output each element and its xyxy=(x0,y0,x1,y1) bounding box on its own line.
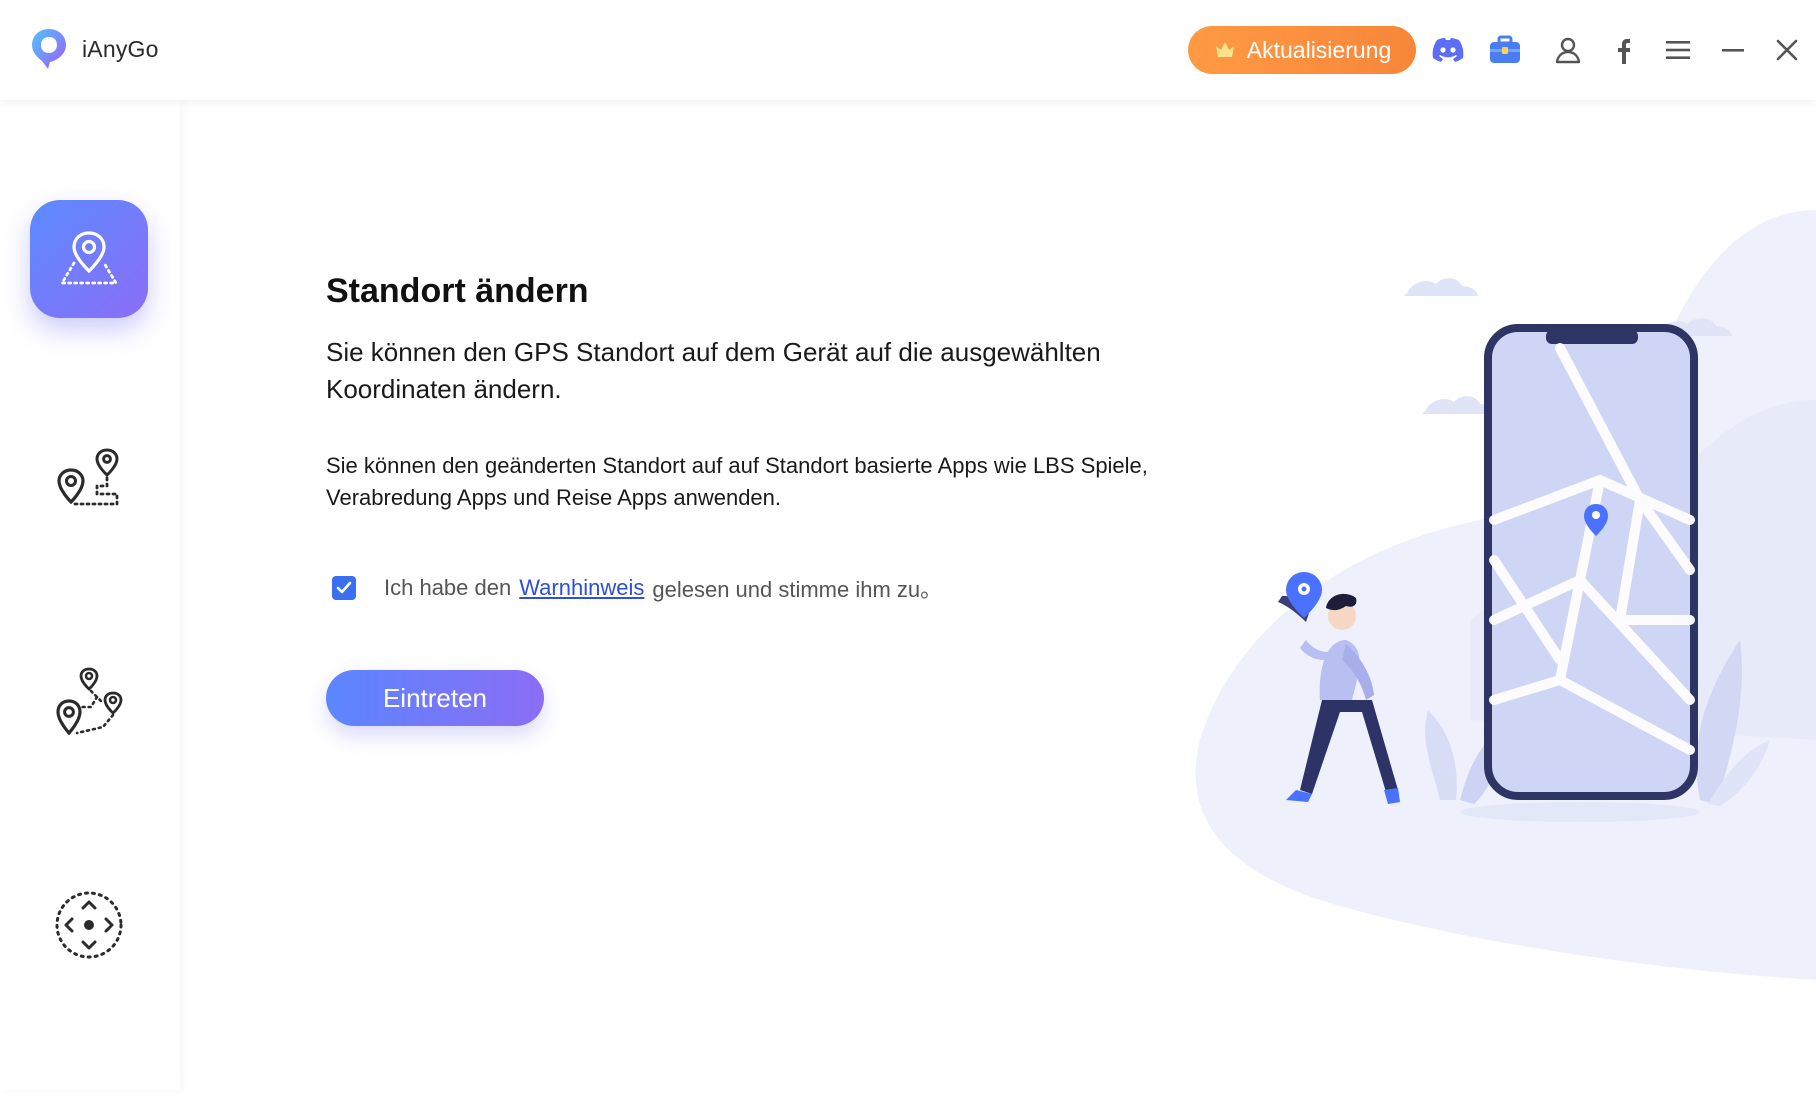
agreement-suffix: gelesen und stimme ihm zu。 xyxy=(652,577,943,602)
phone-map-illustration xyxy=(1195,210,1816,980)
two-spot-route-icon xyxy=(57,448,119,506)
enter-button[interactable]: Eintreten xyxy=(326,670,544,726)
sidebar-item-two-spot-movement[interactable] xyxy=(30,422,148,540)
account-icon[interactable] xyxy=(1548,30,1588,70)
close-icon[interactable] xyxy=(1767,30,1807,70)
minimize-icon[interactable] xyxy=(1713,30,1753,70)
facebook-icon[interactable] xyxy=(1604,30,1644,70)
toolbox-icon[interactable] xyxy=(1485,30,1525,70)
warning-link[interactable]: Warnhinweis xyxy=(519,575,644,601)
brand: iAnyGo xyxy=(28,26,159,72)
sidebar-item-multi-spot-movement[interactable] xyxy=(30,644,148,762)
sidebar-item-change-location[interactable] xyxy=(30,200,148,318)
location-change-icon xyxy=(59,231,119,285)
agreement-checkbox[interactable] xyxy=(332,576,356,600)
checkmark-icon xyxy=(336,581,352,594)
sidebar xyxy=(0,100,180,1090)
page-title: Standort ändern xyxy=(326,272,589,310)
update-button[interactable]: Aktualisierung xyxy=(1188,26,1416,74)
menu-icon[interactable] xyxy=(1658,30,1698,70)
agreement-row: Ich habe den Warnhinweis gelesen und sti… xyxy=(332,572,942,604)
sidebar-item-joystick-movement[interactable] xyxy=(30,866,148,984)
joystick-icon xyxy=(55,891,123,959)
multi-spot-route-icon xyxy=(56,667,123,736)
crown-icon xyxy=(1215,42,1234,57)
app-name: iAnyGo xyxy=(82,35,159,62)
ianygo-logo-icon xyxy=(32,29,66,69)
agreement-prefix: Ich habe den xyxy=(384,575,512,600)
discord-icon[interactable] xyxy=(1428,30,1468,70)
title-bar: iAnyGo Aktualisierung xyxy=(0,0,1816,100)
update-button-label: Aktualisierung xyxy=(1246,36,1392,63)
